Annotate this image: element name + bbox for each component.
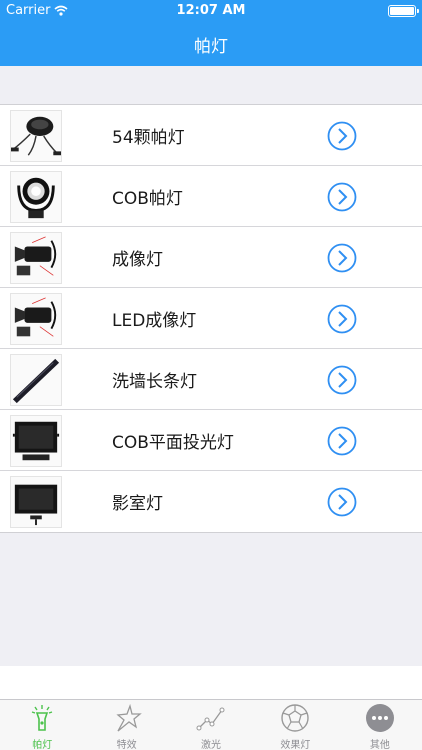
item-label: COB帕灯: [112, 189, 183, 209]
list-item[interactable]: COB帕灯: [0, 166, 422, 227]
navigation-bar: Carrier 12:07 AM 帕灯: [0, 0, 422, 66]
led-profile-icon: [10, 293, 62, 345]
profile-spot-icon: [10, 232, 62, 284]
item-label: 成像灯: [112, 250, 163, 270]
list-item[interactable]: LED成像灯: [0, 288, 422, 349]
chevron-right-icon[interactable]: [327, 365, 357, 395]
item-label: 54颗帕灯: [112, 128, 185, 148]
product-list: 54颗帕灯 COB帕灯 成像灯 LED成像灯 洗墙长条灯 COB平面投光灯 影室…: [0, 104, 422, 533]
list-item[interactable]: 成像灯: [0, 227, 422, 288]
tab-par-light[interactable]: 帕灯: [0, 700, 84, 750]
tab-label: 效果灯: [280, 740, 311, 750]
chevron-right-icon[interactable]: [327, 243, 357, 273]
item-label: 洗墙长条灯: [112, 372, 197, 392]
tab-laser[interactable]: 激光: [169, 700, 253, 750]
tab-label: 激光: [201, 740, 222, 750]
par-light-icon: [10, 110, 62, 162]
chevron-right-icon[interactable]: [327, 182, 357, 212]
list-item[interactable]: COB平面投光灯: [0, 410, 422, 471]
star-icon: [116, 703, 142, 732]
tab-effect-light[interactable]: 效果灯: [253, 700, 337, 750]
item-label: 影室灯: [112, 494, 163, 514]
list-item[interactable]: 影室灯: [0, 471, 422, 532]
tab-bar: 帕灯 特效 激光 效果灯 其他: [0, 699, 422, 750]
list-item[interactable]: 洗墙长条灯: [0, 349, 422, 410]
more-icon: [365, 704, 394, 732]
studio-light-icon: [10, 476, 62, 528]
item-label: LED成像灯: [112, 311, 197, 331]
tab-effects[interactable]: 特效: [84, 700, 168, 750]
chevron-right-icon[interactable]: [327, 426, 357, 456]
chevron-right-icon[interactable]: [327, 304, 357, 334]
tab-other[interactable]: 其他: [338, 700, 422, 750]
tab-label: 特效: [116, 740, 137, 750]
chevron-right-icon[interactable]: [327, 487, 357, 517]
tab-label: 其他: [369, 740, 390, 750]
list-item[interactable]: 54颗帕灯: [0, 105, 422, 166]
content-area: 54颗帕灯 COB帕灯 成像灯 LED成像灯 洗墙长条灯 COB平面投光灯 影室…: [0, 66, 422, 666]
effect-ball-icon: [281, 704, 310, 732]
status-time: 12:07 AM: [176, 3, 246, 18]
item-label: COB平面投光灯: [112, 433, 234, 453]
battery-icon: [388, 5, 419, 17]
flashlight-icon: [31, 705, 53, 731]
wall-washer-icon: [10, 354, 62, 406]
cob-panel-icon: [10, 415, 62, 467]
cob-par-icon: [10, 171, 62, 223]
laser-icon: [196, 707, 225, 731]
page-title: 帕灯: [194, 37, 228, 57]
tab-label: 帕灯: [32, 740, 53, 750]
chevron-right-icon[interactable]: [327, 121, 357, 151]
status-bar: Carrier 12:07 AM: [0, 0, 422, 22]
